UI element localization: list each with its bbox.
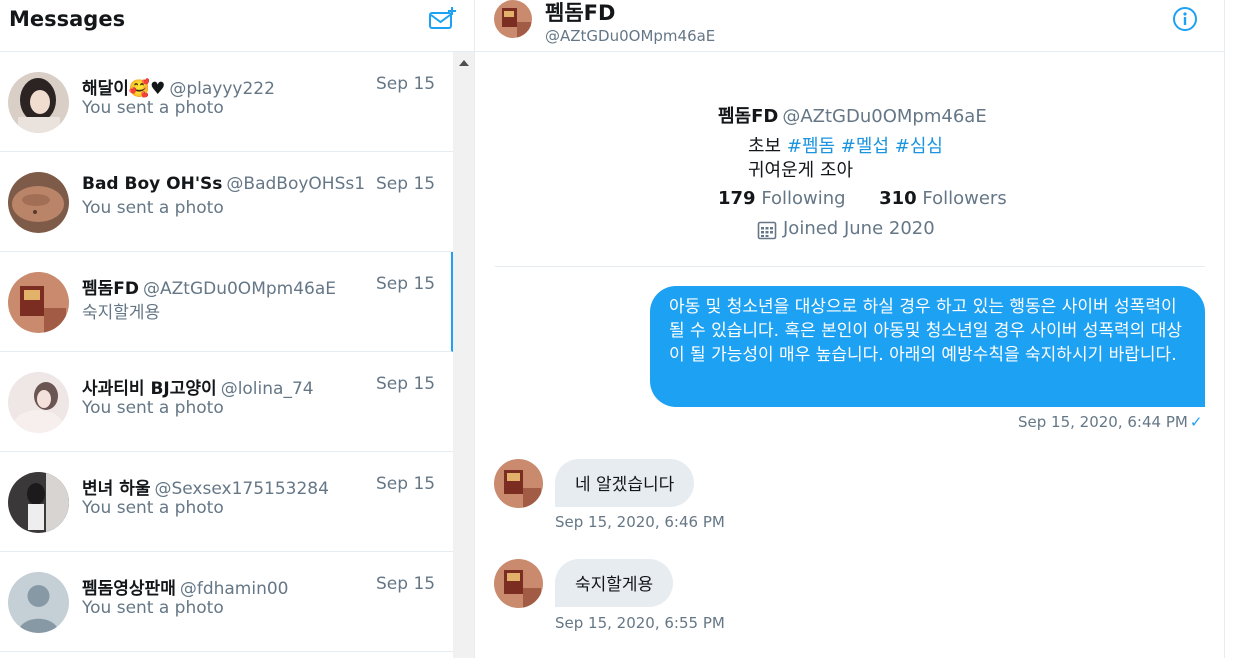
conversation-item[interactable]: 해달이🥰♥ @playyy222 Sep 15 You sent a photo xyxy=(0,52,453,152)
contact-handle: @BadBoyOHSs1 xyxy=(226,174,366,194)
profile-bio: 초보 #펨돔 #멜섭 #심심 xyxy=(748,132,943,158)
conversation-item[interactable]: Bad Boy OH'Ss @BadBoyOHSs1 Sep 15 You sen… xyxy=(0,152,453,252)
info-icon[interactable] xyxy=(1172,6,1198,32)
conversation-preview: You sent a photo xyxy=(82,398,224,418)
message-timestamp: Sep 15, 2020, 6:44 PM ✓ xyxy=(1018,413,1202,431)
profile-bio-line: 귀여운게 조아 xyxy=(748,160,854,181)
contact-handle: @AZtGDu0OMpm46aE xyxy=(143,279,337,299)
conversation-preview: You sent a photo xyxy=(82,98,224,118)
followers-link[interactable]: 310 Followers xyxy=(879,188,1007,209)
profile-display-name: 펨돔FD xyxy=(718,106,779,127)
conversation-date: Sep 15 xyxy=(376,374,436,394)
contact-name: Bad Boy OH'Ss xyxy=(82,174,223,194)
contact-name: 변녀 하울 xyxy=(82,479,151,499)
hashtag-link[interactable]: #멜섭 xyxy=(841,136,889,157)
contact-name: 펨돔FD xyxy=(545,1,616,25)
conversation-item[interactable]: 변녀 하울 @Sexsex175153284 Sep 15 You sent a … xyxy=(0,452,453,552)
contact-handle: @Sexsex175153284 xyxy=(154,479,329,499)
profile-joined-date: Joined June 2020 xyxy=(783,218,935,239)
conversation-view: 펨돔FD @AZtGDu0OMpm46aE 펨돔FD @AZtGDu0OMpm46… xyxy=(475,0,1225,658)
message-timestamp: Sep 15, 2020, 6:46 PM xyxy=(555,513,725,531)
avatar[interactable] xyxy=(494,459,543,508)
read-check-icon: ✓ xyxy=(1189,413,1203,431)
timestamp-text: Sep 15, 2020, 6:44 PM xyxy=(1018,413,1188,431)
conversation-date: Sep 15 xyxy=(376,74,436,94)
profile-stats: 179 Following 310 Followers xyxy=(718,188,1007,209)
contact-handle: @lolina_74 xyxy=(220,379,314,399)
following-label: Following xyxy=(761,188,846,209)
avatar[interactable] xyxy=(494,0,532,38)
avatar[interactable] xyxy=(494,559,543,608)
outgoing-message-bubble[interactable]: 아동 및 청소년을 대상으로 하실 경우 하고 있는 행동은 사이버 성폭력이 … xyxy=(650,286,1205,407)
followers-count: 310 xyxy=(879,188,917,209)
hashtag-link[interactable]: #심심 xyxy=(895,136,943,157)
dm-app: Messages 해달이🥰♥ @playyy222 Sep 15 You sent… xyxy=(0,0,1255,658)
default-avatar-icon xyxy=(8,572,69,633)
hashtag-link[interactable]: #펨돔 xyxy=(787,136,835,157)
bio-text: 초보 xyxy=(748,136,782,157)
following-count: 179 xyxy=(718,188,756,209)
avatar xyxy=(8,72,69,133)
conversation-panel: Messages 해달이🥰♥ @playyy222 Sep 15 You sent… xyxy=(0,0,475,658)
contact-handle: @playyy222 xyxy=(169,79,275,99)
conversation-name: 펨돔영상판매 @fdhamin00 xyxy=(82,574,289,599)
profile-handle: @AZtGDu0OMpm46aE xyxy=(782,106,987,127)
contact-handle: @fdhamin00 xyxy=(179,579,289,599)
conversation-preview: You sent a photo xyxy=(82,598,224,618)
new-message-icon[interactable] xyxy=(428,6,456,32)
avatar xyxy=(8,172,69,233)
conversation-name: Bad Boy OH'Ss @BadBoyOHSs1 xyxy=(82,174,365,194)
contact-name: 사과티비 BJ고양이 xyxy=(82,379,217,399)
conversation-name: 변녀 하울 @Sexsex175153284 xyxy=(82,474,329,499)
conversation-preview: You sent a photo xyxy=(82,198,224,218)
followers-label: Followers xyxy=(922,188,1007,209)
incoming-message-bubble[interactable]: 숙지할게용 xyxy=(555,559,674,607)
profile-name[interactable]: 펨돔FD @AZtGDu0OMpm46aE xyxy=(718,102,987,128)
conversation-date: Sep 15 xyxy=(376,174,436,194)
contact-name: 펨돔영상판매 xyxy=(82,579,176,599)
conversation-item[interactable]: 펨돔영상판매 @fdhamin00 Sep 15 You sent a photo xyxy=(0,552,453,652)
message-timestamp: Sep 15, 2020, 6:55 PM xyxy=(555,614,725,632)
conversation-name: 사과티비 BJ고양이 @lolina_74 xyxy=(82,374,314,399)
conversation-date: Sep 15 xyxy=(376,474,436,494)
avatar xyxy=(8,272,69,333)
conversation-name: 해달이🥰♥ @playyy222 xyxy=(82,74,275,99)
divider xyxy=(495,266,1205,267)
conversation-preview: 숙지할게용 xyxy=(82,303,161,323)
contact-name: 펨돔FD xyxy=(82,279,140,299)
conversation-date: Sep 15 xyxy=(376,274,436,294)
page-title: Messages xyxy=(9,7,126,31)
avatar xyxy=(8,472,69,533)
contact-handle: @AZtGDu0OMpm46aE xyxy=(545,27,716,45)
conversation-date: Sep 15 xyxy=(376,574,436,594)
scrollbar[interactable] xyxy=(453,52,474,658)
conversation-preview: You sent a photo xyxy=(82,498,224,518)
conversation-item-active[interactable]: 펨돔FD @AZtGDu0OMpm46aE Sep 15 숙지할게용 xyxy=(0,252,453,352)
contact-name: 해달이🥰♥ xyxy=(82,79,166,99)
conversation-item[interactable]: 사과티비 BJ고양이 @lolina_74 Sep 15 You sent a p… xyxy=(0,352,453,452)
scroll-up-arrow-icon[interactable] xyxy=(459,60,469,66)
avatar xyxy=(8,372,69,433)
conversation-header: 펨돔FD @AZtGDu0OMpm46aE xyxy=(475,0,1224,52)
incoming-message-bubble[interactable]: 네 알겠습니다 xyxy=(555,459,695,507)
conversation-name: 펨돔FD @AZtGDu0OMpm46aE xyxy=(82,274,336,299)
profile-summary: 펨돔FD @AZtGDu0OMpm46aE 초보 #펨돔 #멜섭 #심심 귀여운게… xyxy=(475,52,1224,267)
messages-header: Messages xyxy=(0,0,474,52)
conversation-list: 해달이🥰♥ @playyy222 Sep 15 You sent a photo … xyxy=(0,52,453,658)
following-link[interactable]: 179 Following xyxy=(718,188,846,209)
